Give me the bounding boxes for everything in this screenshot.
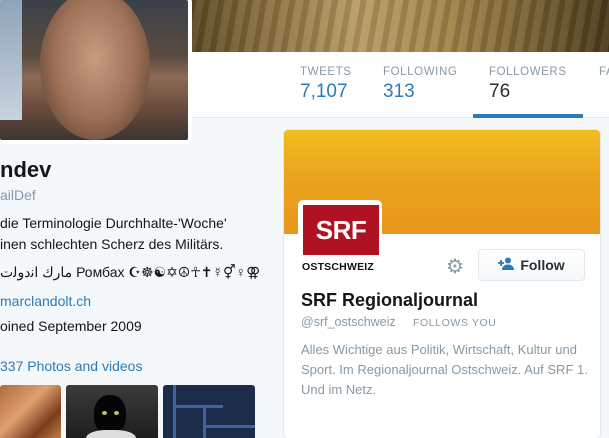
nav-followers-label: FOLLOWERS — [489, 66, 567, 78]
person-add-icon — [498, 257, 515, 273]
profile-handle[interactable]: ailDef — [0, 187, 36, 203]
srf-logo: SRF — [303, 205, 379, 255]
profile-bio: die Terminologie Durchhalte-'Woche' inen… — [0, 213, 227, 255]
nav-tweets-label: TWEETS — [300, 66, 352, 78]
follow-button[interactable]: Follow — [478, 249, 585, 281]
profile-joined-date: oined September 2009 — [0, 318, 142, 334]
profile-header-banner — [190, 0, 609, 52]
follows-you-badge: FOLLOWS YOU — [413, 317, 497, 329]
srf-logo-subtitle: OSTSCHWEIZ — [302, 261, 374, 273]
photos-videos-link[interactable]: 337 Photos and videos — [0, 358, 142, 374]
profile-location: ﻣﺎرك اﻧدوﻟت Ромбах ☪☸☯✡☮☥✝☿⚥♀⚢ — [0, 264, 261, 280]
user-card-handle[interactable]: @srf_ostschweiz — [301, 315, 396, 329]
nav-favorites[interactable]: FA — [599, 66, 609, 78]
nav-followers-count: 76 — [489, 81, 511, 102]
photo-thumbnail[interactable] — [66, 385, 158, 438]
user-card-bio: Alles Wichtige aus Politik, Wirtschaft, … — [301, 342, 588, 397]
gear-icon[interactable]: ⚙ — [444, 256, 466, 278]
user-card-avatar[interactable]: SRF OSTSCHWEIZ — [298, 200, 382, 284]
profile-bio-line: die Terminologie Durchhalte-'Woche' — [0, 215, 227, 231]
follow-button-label: Follow — [520, 257, 565, 273]
nav-following-count: 313 — [383, 81, 415, 102]
user-card-name[interactable]: SRF Regionaljournal — [301, 290, 478, 311]
profile-name[interactable]: ndev — [0, 157, 51, 183]
profile-website-link[interactable]: marclandolt.ch — [0, 293, 91, 309]
nav-followers[interactable]: FOLLOWERS 76 — [473, 66, 583, 118]
nav-following[interactable]: FOLLOWING 313 — [383, 66, 457, 103]
user-card: SRF OSTSCHWEIZ ⚙ Follow SRF Regionaljour… — [283, 129, 601, 438]
photo-thumbnail[interactable] — [0, 385, 61, 438]
nav-tweets[interactable]: TWEETS 7,107 — [300, 66, 352, 103]
profile-bio-line: inen schlechten Scherz des Militärs. — [0, 236, 224, 252]
profile-nav: TWEETS 7,107 FOLLOWING 313 FOLLOWERS 76 … — [190, 52, 609, 118]
profile-avatar[interactable] — [0, 0, 192, 144]
nav-following-label: FOLLOWING — [383, 66, 458, 78]
photo-thumbnail[interactable] — [163, 385, 255, 438]
nav-tweets-count: 7,107 — [300, 81, 348, 102]
nav-favorites-label: FA — [599, 66, 609, 78]
